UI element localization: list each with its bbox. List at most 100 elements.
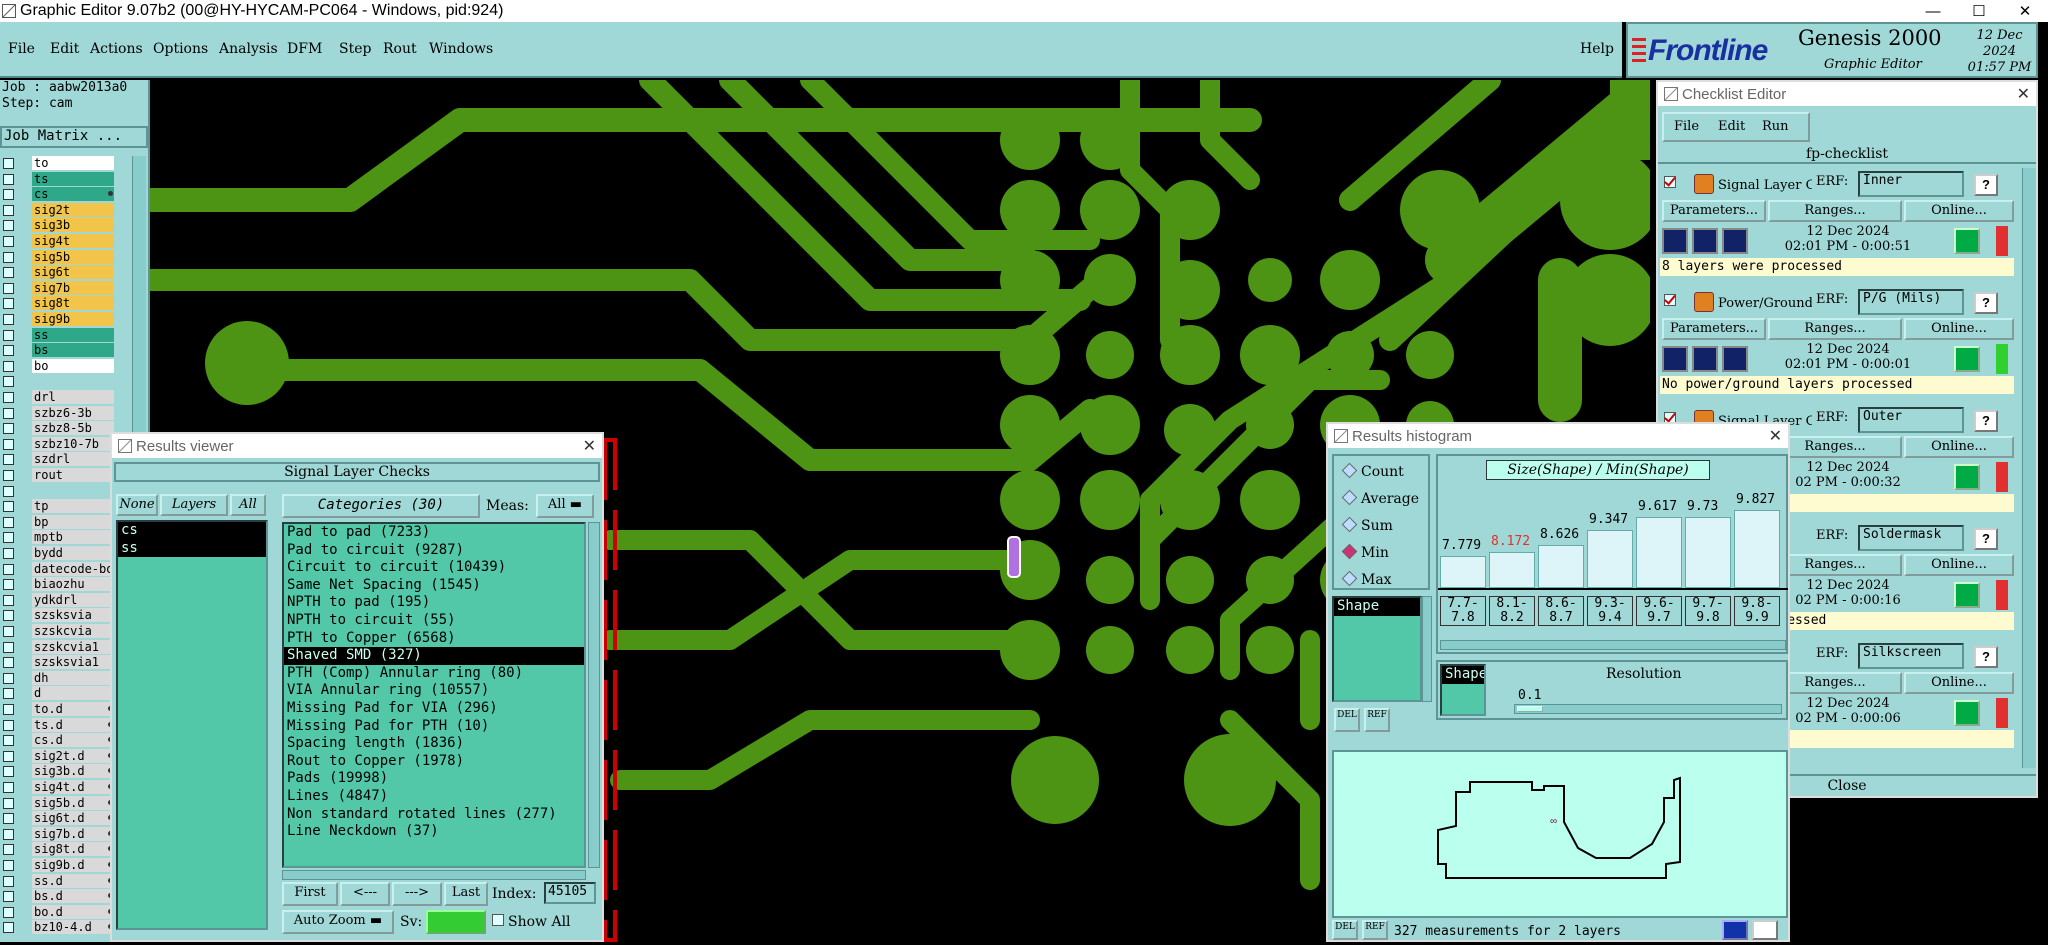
- histogram-bar[interactable]: [1440, 555, 1486, 588]
- layer-name[interactable]: ydkdrl: [32, 592, 114, 607]
- layer-checkbox[interactable]: [3, 672, 14, 684]
- layer-name[interactable]: [32, 483, 114, 498]
- first-button[interactable]: First: [282, 882, 338, 906]
- job-matrix-button[interactable]: Job Matrix ...: [0, 126, 148, 148]
- menu-analysis[interactable]: Analysis: [219, 41, 278, 57]
- layer-name[interactable]: bs: [32, 343, 114, 358]
- category-item[interactable]: Line Neckdown (37): [284, 823, 584, 841]
- ranges-button[interactable]: Ranges...: [1768, 318, 1902, 340]
- layer-name[interactable]: sig5b.d: [32, 795, 114, 810]
- layer-checkbox[interactable]: [3, 579, 14, 591]
- categories-scrollbar[interactable]: [588, 522, 600, 868]
- layer-name[interactable]: sig6t: [32, 265, 114, 280]
- categories-listbox[interactable]: Pad to pad (7233) Pad to circuit (9287) Ci…: [282, 522, 586, 868]
- layer-name[interactable]: sig7b.d: [32, 826, 114, 841]
- category-item[interactable]: PTH (Comp) Annular ring (80): [284, 665, 584, 683]
- close-icon[interactable]: ✕: [1769, 426, 1782, 446]
- layer-name[interactable]: sig8t: [32, 296, 114, 311]
- magnifier-icon[interactable]: [1954, 228, 1980, 254]
- close-icon[interactable]: ✕: [583, 436, 596, 456]
- layer-checkbox[interactable]: [3, 204, 14, 216]
- layer-name[interactable]: to.d: [32, 702, 114, 716]
- layer-row[interactable]: cs: [0, 187, 148, 202]
- magnifier-icon[interactable]: [1954, 700, 1980, 726]
- check-toggle[interactable]: [1664, 176, 1676, 188]
- mode-radio-average[interactable]: Average: [1344, 491, 1419, 507]
- menu-file[interactable]: File: [8, 41, 35, 57]
- next-button[interactable]: --->: [392, 882, 442, 906]
- graph-hscrollbar[interactable]: [1440, 640, 1786, 650]
- layer-name[interactable]: ts: [32, 171, 114, 186]
- layer-name[interactable]: szskcvia1: [32, 639, 114, 654]
- layer-name[interactable]: szbz8-5b: [32, 421, 114, 436]
- category-item[interactable]: NPTH to circuit (55): [284, 612, 584, 630]
- layer-name[interactable]: bydd: [32, 546, 114, 560]
- layer-checkbox[interactable]: [3, 548, 14, 559]
- layer-checkbox[interactable]: [3, 860, 14, 871]
- layer-checkbox[interactable]: [3, 329, 14, 341]
- close-icon[interactable]: ✕: [2017, 84, 2030, 104]
- field-listbox[interactable]: Shape: [1332, 596, 1422, 702]
- sv-color-select[interactable]: [426, 910, 486, 934]
- layer-checkbox[interactable]: [3, 594, 14, 606]
- category-item[interactable]: Circuit to circuit (10439): [284, 559, 584, 577]
- highlight-icon[interactable]: [1752, 920, 1778, 940]
- zoom-icon[interactable]: [1722, 920, 1748, 940]
- layer-checkbox[interactable]: [3, 220, 14, 232]
- view-icon[interactable]: [1692, 228, 1718, 254]
- checklist-scrollbar[interactable]: [2022, 168, 2036, 768]
- layer-name[interactable]: szbz6-3b: [32, 405, 114, 420]
- layer-name[interactable]: szskcvia: [32, 624, 114, 638]
- menu-actions[interactable]: Actions: [90, 41, 143, 57]
- layer-checkbox[interactable]: [3, 906, 14, 918]
- layer-name[interactable]: sig2t: [32, 202, 114, 217]
- results-icon[interactable]: [1722, 346, 1748, 372]
- category-item[interactable]: NPTH to pad (195): [284, 594, 584, 612]
- category-item[interactable]: Missing Pad for PTH (10): [284, 718, 584, 736]
- layer-checkbox[interactable]: [3, 657, 14, 669]
- online-button[interactable]: Online...: [1904, 672, 2014, 694]
- layer-checkbox[interactable]: [3, 282, 14, 294]
- layer-checkbox[interactable]: [3, 875, 14, 887]
- preview-ref-button[interactable]: REF: [1362, 920, 1388, 940]
- mode-radio-sum[interactable]: Sum: [1344, 518, 1393, 534]
- help-icon[interactable]: ?: [1974, 292, 1998, 314]
- layer-checkbox[interactable]: [3, 173, 14, 185]
- category-item[interactable]: Lines (4847): [284, 788, 584, 806]
- layer-checkbox[interactable]: [3, 828, 14, 840]
- layer-checkbox[interactable]: [3, 922, 14, 934]
- layer-checkbox[interactable]: [3, 251, 14, 263]
- layer-checkbox[interactable]: [3, 454, 14, 466]
- layer-row[interactable]: sig2t: [0, 202, 148, 218]
- layer-name[interactable]: sig3b: [32, 218, 114, 233]
- menu-windows[interactable]: Windows: [429, 41, 493, 57]
- layer-checkbox[interactable]: [3, 891, 14, 903]
- mode-radio-max[interactable]: Max: [1344, 572, 1392, 588]
- layer-name[interactable]: bs.d: [32, 889, 114, 904]
- checklist-menu-edit[interactable]: Edit: [1718, 118, 1745, 136]
- menu-edit[interactable]: Edit: [50, 41, 79, 57]
- layer-checkbox[interactable]: [3, 314, 14, 325]
- online-button[interactable]: Online...: [1904, 554, 2014, 576]
- layer-checkbox[interactable]: [3, 766, 14, 778]
- online-button[interactable]: Online...: [1904, 318, 2014, 340]
- resolution-slider-thumb[interactable]: [1517, 706, 1543, 712]
- help-icon[interactable]: ?: [1974, 646, 1998, 668]
- histogram-bar[interactable]: [1636, 516, 1682, 588]
- layer-checkbox[interactable]: [3, 688, 14, 700]
- layer-checkbox[interactable]: [3, 610, 14, 622]
- layer-checkbox[interactable]: [3, 782, 14, 793]
- layer-checkbox[interactable]: [3, 485, 14, 497]
- close-icon[interactable]: ✕: [2002, 0, 2048, 22]
- erf-value[interactable]: P/G (Mils): [1858, 289, 1964, 315]
- magnifier-icon[interactable]: [1954, 464, 1980, 490]
- result-layer-item[interactable]: ss: [118, 539, 266, 558]
- layer-name[interactable]: tp: [32, 499, 114, 514]
- prev-button[interactable]: <---: [340, 882, 390, 906]
- layer-name[interactable]: sig9b: [32, 312, 114, 326]
- erf-value[interactable]: Silkscreen: [1858, 643, 1964, 669]
- layer-checkbox[interactable]: [3, 236, 14, 247]
- layer-checkbox[interactable]: [3, 298, 14, 310]
- menu-dfm[interactable]: DFM: [287, 41, 322, 57]
- run-icon[interactable]: [1662, 228, 1688, 254]
